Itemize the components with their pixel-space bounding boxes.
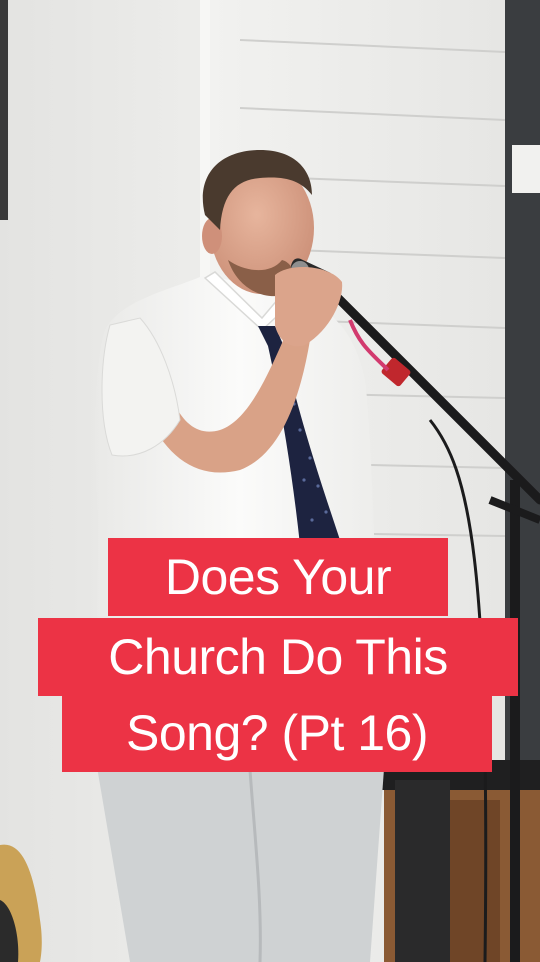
left-edge-shadow: [0, 0, 8, 220]
photo-scene: [0, 0, 540, 962]
wall-box: [512, 145, 540, 193]
pants: [95, 755, 385, 962]
dark-stand-base: [395, 780, 450, 962]
